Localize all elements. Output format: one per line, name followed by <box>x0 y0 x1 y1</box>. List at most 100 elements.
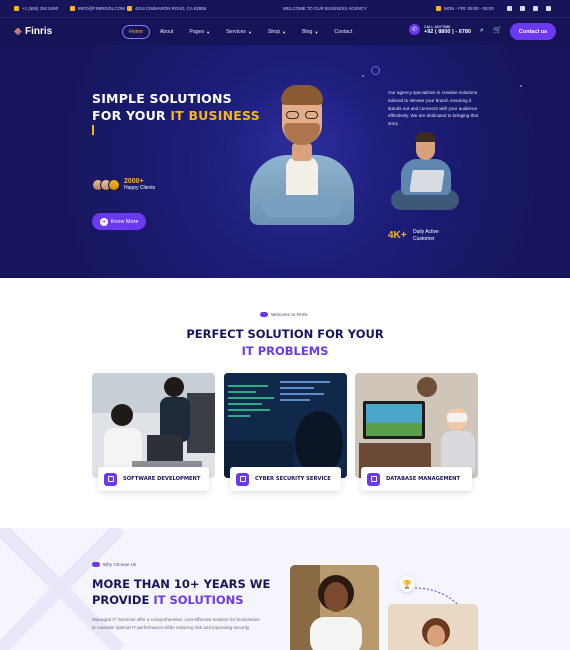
section-title-accent: IT PROBLEMS <box>241 344 329 358</box>
nav-blog[interactable]: Blog ▼ <box>296 25 324 39</box>
choose-title-prefix: PROVIDE <box>92 593 154 607</box>
service-card-label: DATABASE MANAGEMENT <box>386 476 461 482</box>
active-count: 4K+ <box>388 230 407 241</box>
topbar-email[interactable]: INFO@FINRISZN.COM <box>70 0 125 17</box>
search-icon[interactable]: ⌕ <box>480 27 488 35</box>
facebook-icon[interactable] <box>520 6 525 11</box>
contact-us-button[interactable]: Contact us <box>510 23 556 40</box>
chevron-down-icon: ▼ <box>248 29 252 35</box>
nav-about[interactable]: About <box>154 25 180 39</box>
service-card[interactable]: SOFTWARE DEVELOPMENT <box>92 373 215 495</box>
nav-blog-label: Blog <box>302 29 313 35</box>
team-photo <box>388 604 478 650</box>
hero-title-line1: SIMPLE SOLUTIONS <box>92 91 232 106</box>
service-card-label: SOFTWARE DEVELOPMENT <box>123 476 201 482</box>
nav-about-label: About <box>159 29 174 35</box>
know-more-label: Know More <box>110 218 139 225</box>
social-links <box>507 0 551 17</box>
section-tag: Welcome to Finris <box>260 312 308 317</box>
hero-title: SIMPLE SOLUTIONS FOR YOUR IT BUSINESS <box>92 90 260 124</box>
call-anytime[interactable]: ✆ CALL ANYTIME +92 ( 8800 ) - 6780 <box>409 24 471 35</box>
call-number: +92 ( 8800 ) - 6780 <box>424 28 471 35</box>
nav-pages-label: Pages <box>189 29 205 35</box>
service-image <box>224 373 347 478</box>
code-icon <box>104 472 117 486</box>
database-icon <box>367 472 380 486</box>
logo-icon <box>14 27 22 36</box>
choose-title: MORE THAN 10+ YEARS WE PROVIDE IT SOLUTI… <box>92 576 270 608</box>
happy-count: 2000+ <box>124 178 144 185</box>
choose-tag: Why Choose Us <box>92 562 136 567</box>
nav-pages[interactable]: Pages ▼ <box>183 25 216 39</box>
happy-clients: 2000+ Happy Clients <box>92 178 155 191</box>
logo-text: Finris <box>25 26 53 37</box>
happy-label: Happy Clients <box>124 185 156 191</box>
service-card[interactable]: DATABASE MANAGEMENT <box>355 373 478 495</box>
choose-title-line1: MORE THAN 10+ YEARS WE <box>92 577 271 591</box>
topbar-hours-text: MON - FRI: 09:00 - 05:00 <box>444 6 494 11</box>
choose-tag-text: Why Choose Us <box>103 562 137 567</box>
pinterest-icon[interactable] <box>533 6 538 11</box>
hero-person-image <box>242 85 362 225</box>
arrow-right-icon: ➜ <box>99 217 108 226</box>
logo[interactable]: Finris <box>14 26 52 37</box>
phone-icon: ✆ <box>409 24 420 35</box>
service-card-bar: DATABASE MANAGEMENT <box>361 467 472 491</box>
service-card-bar: SOFTWARE DEVELOPMENT <box>98 467 209 491</box>
topbar-hours: MON - FRI: 09:00 - 05:00 <box>436 0 494 17</box>
phone-icon <box>14 6 19 11</box>
cart-icon[interactable]: 🛒 <box>493 27 502 35</box>
clock-icon <box>436 6 441 11</box>
service-image <box>355 373 478 478</box>
hero-section: SIMPLE SOLUTIONS FOR YOUR IT BUSINESS 20… <box>0 45 570 278</box>
service-card-label: CYBER SECURITY SERVICE <box>255 476 331 482</box>
instagram-icon[interactable] <box>546 6 551 11</box>
nav-services[interactable]: Services ▼ <box>220 25 258 39</box>
choose-text: Managed IT Services offer a comprehensiv… <box>92 617 260 630</box>
nav-services-label: Services <box>226 29 246 35</box>
topbar-address: 4014 CIMMARON ROAD, CA 92806 <box>127 0 206 17</box>
topbar-address-text: 4014 CIMMARON ROAD, CA 92806 <box>135 6 207 11</box>
avatar <box>108 178 120 191</box>
chevron-down-icon: ▼ <box>282 29 287 35</box>
twitter-icon[interactable] <box>507 6 512 11</box>
section-tag-text: Welcome to Finris <box>271 312 308 317</box>
nav-home-label: Home <box>129 29 143 35</box>
service-card[interactable]: CYBER SECURITY SERVICE <box>224 373 347 495</box>
tag-icon <box>92 562 100 567</box>
nav-home[interactable]: Home <box>122 25 150 39</box>
decorative-ring <box>371 66 380 75</box>
shield-icon <box>236 472 249 486</box>
topbar-welcome: WELCOME TO OUR BUSINESS AGENCY <box>283 0 367 17</box>
decorative-dot <box>362 75 364 77</box>
nav-shop[interactable]: Shop ▼ <box>262 25 292 39</box>
typing-cursor <box>92 125 94 135</box>
hero-title-prefix: FOR YOUR <box>92 108 171 123</box>
chevron-down-icon: ▼ <box>314 29 319 35</box>
service-image <box>92 373 215 478</box>
tag-icon <box>260 312 268 317</box>
topbar-email-text: INFO@FINRISZN.COM <box>78 6 125 11</box>
topbar-phone[interactable]: +1 (555) 250 5290 <box>14 0 58 17</box>
location-icon <box>127 6 132 11</box>
section-title: PERFECT SOLUTION FOR YOUR <box>186 327 384 341</box>
top-bar: +1 (555) 250 5290 INFO@FINRISZN.COM 4014… <box>0 0 570 17</box>
hero-description: Our agency specializes in creative solut… <box>388 90 479 127</box>
laptop-person-image <box>387 132 463 220</box>
nav-contact[interactable]: Contact <box>328 25 358 39</box>
decorative-dot <box>520 85 522 87</box>
client-avatars <box>92 178 120 191</box>
nav-contact-label: Contact <box>334 29 353 35</box>
service-card-bar: CYBER SECURITY SERVICE <box>230 467 341 491</box>
topbar-phone-text: +1 (555) 250 5290 <box>22 6 59 11</box>
choose-title-accent: IT SOLUTIONS <box>153 593 244 607</box>
team-photo <box>290 565 379 650</box>
topbar-welcome-text: WELCOME TO OUR BUSINESS AGENCY <box>283 6 367 11</box>
main-header: Finris Home About Pages ▼ Services ▼ Shop ▼… <box>0 17 570 45</box>
main-nav: Home About Pages ▼ Services ▼ Shop ▼ Blog ▼ … <box>122 25 362 39</box>
know-more-button[interactable]: ➜ Know More <box>92 213 146 230</box>
chevron-down-icon: ▼ <box>206 29 211 35</box>
nav-shop-label: Shop <box>267 29 281 35</box>
hero-title-line2: FOR YOUR IT BUSINESS <box>92 107 260 124</box>
choose-title-line2: PROVIDE IT SOLUTIONS <box>92 592 270 608</box>
